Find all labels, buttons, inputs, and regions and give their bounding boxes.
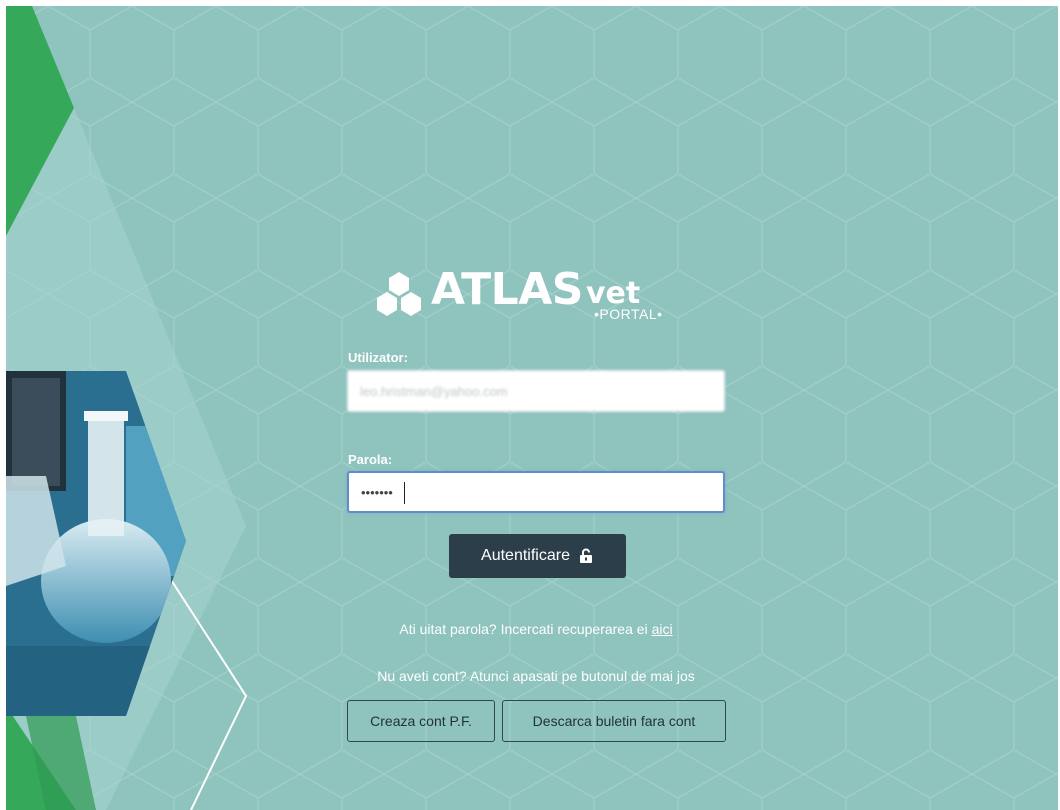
login-page: ATLAS vet •PORTAL• Utilizator: Parola: A… — [6, 6, 1058, 810]
login-button[interactable]: Autentificare — [449, 534, 626, 578]
forgot-password-text: Ati uitat parola? Incercati recuperarea … — [206, 621, 866, 637]
signup-prompt: Nu aveti cont? Atunci apasati pe butonul… — [377, 668, 695, 684]
download-bulletin-button[interactable]: Descarca buletin fara cont — [502, 700, 726, 742]
unlock-icon — [579, 548, 592, 563]
username-label: Utilizator: — [348, 350, 408, 365]
text-caret — [404, 482, 405, 504]
logo-title: ATLAS — [431, 264, 583, 315]
recover-password-link[interactable]: aici — [652, 621, 673, 637]
hexagon-cluster-icon — [377, 272, 421, 316]
forgot-password-prompt: Ati uitat parola? Incercati recuperarea … — [399, 621, 648, 637]
username-input[interactable] — [347, 370, 725, 412]
login-button-label: Autentificare — [481, 547, 570, 564]
password-label: Parola: — [348, 452, 393, 467]
create-account-button[interactable]: Creaza cont P.F. — [347, 700, 495, 742]
logo-subtitle: •PORTAL• — [594, 306, 663, 322]
atlas-vet-logo: ATLAS vet •PORTAL• — [371, 264, 701, 332]
